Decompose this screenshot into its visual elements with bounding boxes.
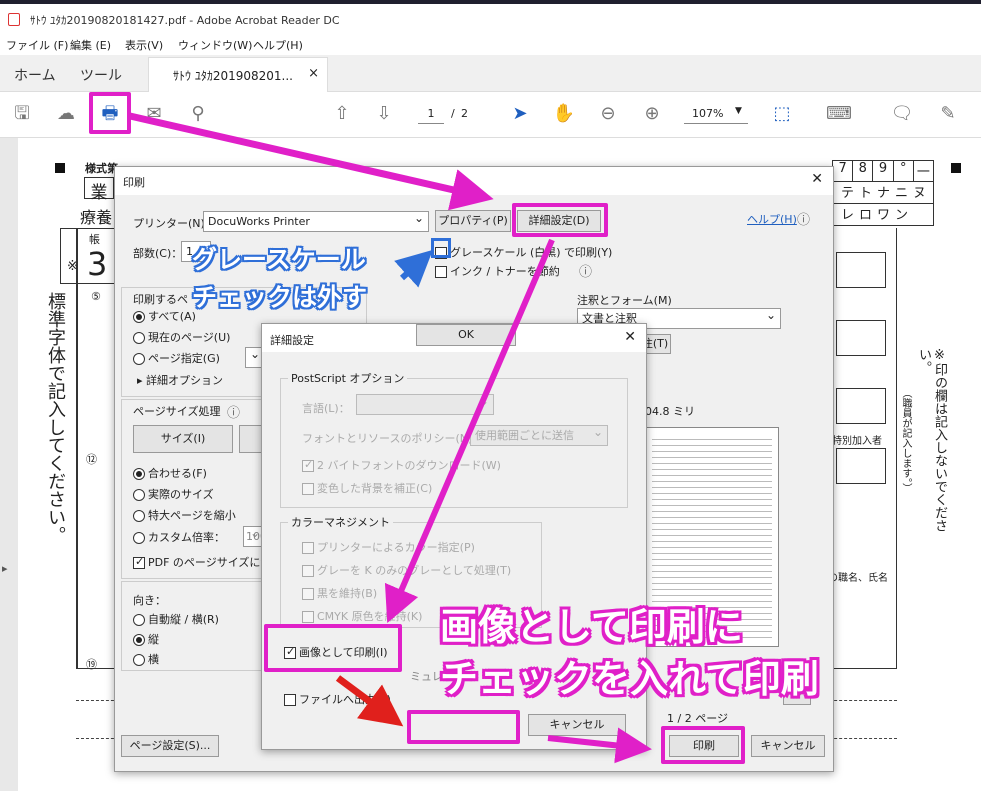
- arrow-image-to-ok: [335, 675, 404, 727]
- callout-image-1: 画像として印刷に: [440, 605, 743, 649]
- arrow-ok-to-print: [547, 727, 652, 764]
- arrow-grayscale: [394, 249, 433, 288]
- arrow-print-to-advanced: [129, 112, 494, 211]
- callout-grayscale-2: チェックは外す: [192, 283, 368, 312]
- callout-image-2: チェックを入れて印刷: [440, 657, 819, 701]
- callout-grayscale-1: グレースケール: [192, 245, 366, 274]
- arrow-advanced-to-image: [384, 238, 555, 624]
